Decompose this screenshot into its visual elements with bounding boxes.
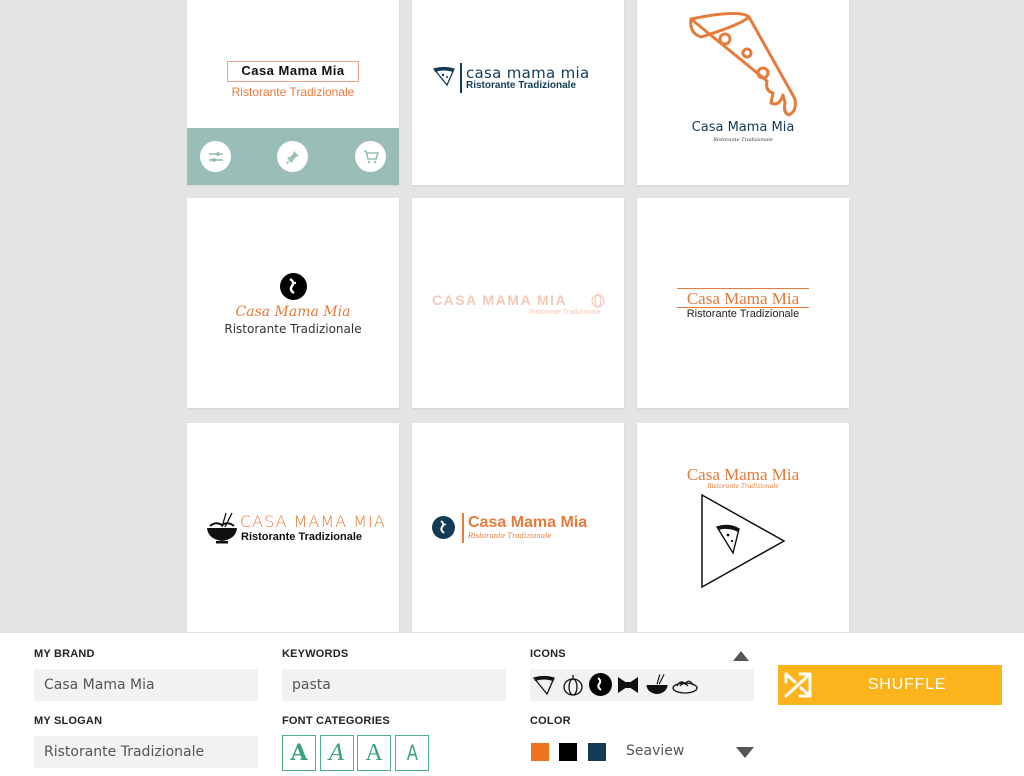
logo-card-5[interactable]: CASA MAMA MIA Ristorante Tradizionale bbox=[412, 198, 624, 408]
noodle-bowl-icon bbox=[207, 512, 237, 544]
logo-slogan: Ristorante Tradizionale bbox=[231, 85, 355, 99]
noodle-bowl-icon[interactable] bbox=[645, 673, 669, 697]
color-label: COLOR bbox=[530, 715, 571, 727]
logo-brand-name: Casa Mama Mia bbox=[691, 120, 795, 135]
my-brand-label: MY BRAND bbox=[34, 648, 95, 660]
font-glyph: A bbox=[329, 740, 345, 766]
font-glyph: A bbox=[290, 740, 308, 766]
color-swatch-orange[interactable] bbox=[531, 743, 549, 761]
font-category-serif-bold[interactable]: A bbox=[282, 735, 316, 771]
logo-slogan: Ristorante Tradizionale bbox=[224, 322, 362, 336]
icons-label: ICONS bbox=[530, 648, 566, 660]
logo-grid: Casa Mama Mia Ristorante Tradizionale ca… bbox=[187, 0, 850, 632]
pizza-slice-icon bbox=[432, 66, 455, 87]
keywords-label: KEYWORDS bbox=[282, 648, 349, 660]
logo-brand-name: Casa Mama Mia bbox=[686, 289, 800, 308]
onion-icon bbox=[591, 292, 605, 308]
logo-brand-name: Casa Mama Mia bbox=[468, 514, 588, 531]
pizza-slice-icon[interactable] bbox=[532, 674, 556, 696]
pasta-badge-icon bbox=[432, 516, 455, 539]
my-slogan-label: MY SLOGAN bbox=[34, 715, 103, 727]
color-swatch-black[interactable] bbox=[559, 743, 577, 761]
logo-card-9[interactable]: Casa Mama Mia Ristorante Tradizionale bbox=[637, 423, 849, 632]
font-glyph: A bbox=[365, 739, 383, 766]
spaghetti-plate-icon[interactable] bbox=[672, 674, 698, 696]
color-scheme-select[interactable]: Seaview bbox=[626, 743, 684, 759]
logo-card-1[interactable]: Casa Mama Mia Ristorante Tradizionale bbox=[187, 0, 399, 185]
pasta-badge-icon[interactable] bbox=[589, 673, 612, 696]
play-triangle-pizza-icon bbox=[701, 493, 786, 589]
logo-card-8[interactable]: Casa Mama Mia Ristorante Tradizionale bbox=[412, 423, 624, 632]
logo-card-2[interactable]: casa mama mia Ristorante Tradizionale bbox=[412, 0, 624, 185]
logo-brand-name: Casa Mama Mia bbox=[686, 465, 800, 484]
shuffle-button[interactable]: SHUFFLE bbox=[778, 665, 1002, 705]
logo-brand-name: Casa Mama Mia bbox=[227, 61, 359, 82]
adjust-icon[interactable] bbox=[200, 141, 231, 172]
chevron-down-icon[interactable] bbox=[736, 747, 754, 758]
logo-brand-name: CASA MAMA MIA bbox=[432, 292, 568, 308]
logo-slogan: Ristorante Tradizionale bbox=[686, 308, 800, 320]
collapse-triangle-icon[interactable] bbox=[733, 651, 749, 661]
onion-icon[interactable] bbox=[562, 674, 584, 696]
font-category-script[interactable]: A bbox=[320, 735, 354, 771]
cart-icon[interactable] bbox=[355, 141, 386, 172]
font-categories-label: FONT CATEGORIES bbox=[282, 715, 390, 727]
pin-icon[interactable] bbox=[277, 141, 308, 172]
card-action-bar bbox=[187, 128, 399, 185]
farfalle-icon[interactable] bbox=[617, 674, 639, 696]
font-category-serif[interactable]: A bbox=[357, 735, 391, 771]
pasta-badge-icon bbox=[280, 273, 307, 300]
logo-divider bbox=[462, 513, 464, 543]
logo-slogan: Ristorante Tradizionale bbox=[713, 137, 773, 143]
logo-card-4[interactable]: Casa Mama Mia Ristorante Tradizionale bbox=[187, 198, 399, 408]
logo-slogan: Ristorante Tradizionale bbox=[529, 309, 601, 316]
color-swatch-navy[interactable] bbox=[588, 743, 606, 761]
keywords-input[interactable]: pasta bbox=[282, 669, 506, 701]
logo-card-3[interactable]: Casa Mama Mia Ristorante Tradizionale bbox=[637, 0, 849, 185]
logo-divider bbox=[460, 63, 462, 93]
font-glyph: A bbox=[406, 740, 418, 765]
logo-slogan: Ristorante Tradizionale bbox=[466, 80, 577, 91]
logo-brand-name: CASA MAMA MIA bbox=[240, 512, 386, 531]
logo-slogan: Ristorante Tradizionale bbox=[241, 531, 363, 543]
logo-brand-name: Casa Mama Mia bbox=[235, 304, 351, 320]
icon-selector[interactable] bbox=[530, 669, 754, 701]
pizza-slice-icon bbox=[689, 12, 797, 117]
my-slogan-input[interactable]: Ristorante Tradizionale bbox=[34, 736, 258, 768]
my-brand-input[interactable]: Casa Mama Mia bbox=[34, 669, 258, 701]
logo-card-7[interactable]: CASA MAMA MIA Ristorante Tradizionale bbox=[187, 423, 399, 632]
logo-slogan: Ristorante Tradizionale bbox=[468, 532, 552, 540]
font-category-display[interactable]: A bbox=[395, 735, 429, 771]
logo-slogan: Ristorante Tradizionale bbox=[707, 483, 779, 490]
control-panel: MY BRAND Casa Mama Mia MY SLOGAN Ristora… bbox=[0, 632, 1024, 776]
logo-card-6[interactable]: Casa Mama Mia Ristorante Tradizionale bbox=[637, 198, 849, 408]
shuffle-label: SHUFFLE bbox=[867, 676, 947, 693]
